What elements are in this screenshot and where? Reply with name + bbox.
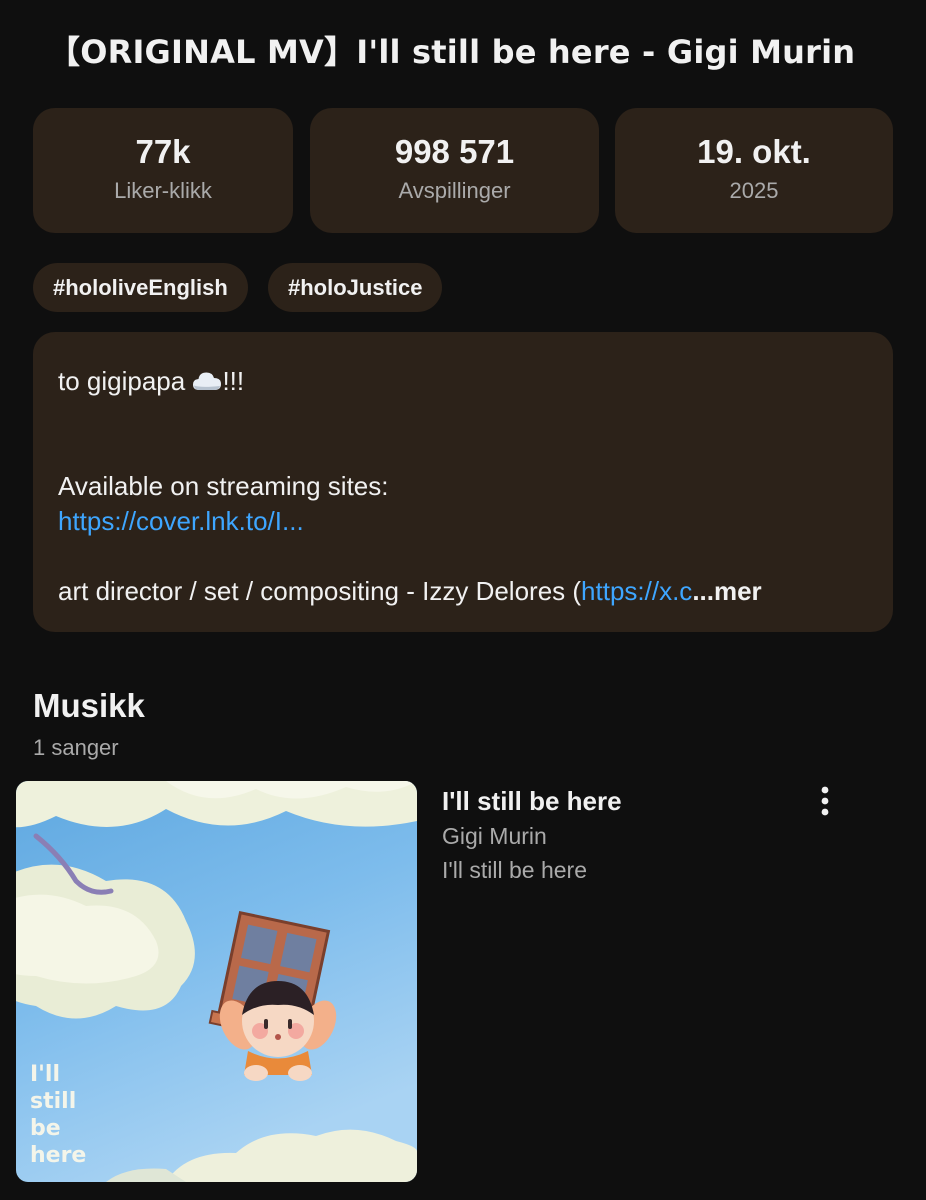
description-line: to gigipapa !!!: [58, 366, 245, 396]
cloud-icon: [193, 372, 222, 390]
song-artist[interactable]: Gigi Murin: [442, 820, 547, 852]
likes-count: 77k: [135, 133, 191, 170]
likes-stat[interactable]: 77k Liker-klikk: [33, 108, 293, 233]
streaming-link[interactable]: https://cover.lnk.to/I...: [58, 504, 868, 539]
upload-date: 19. okt.: [697, 133, 811, 170]
views-count: 998 571: [394, 133, 515, 170]
hashtag-holo-justice[interactable]: #holoJustice: [268, 263, 443, 312]
views-label: Avspillinger: [398, 178, 511, 203]
song-title[interactable]: I'll still be here: [442, 784, 622, 818]
svg-text:here: here: [30, 1143, 86, 1168]
description-line: Available on streaming sites:: [58, 471, 389, 501]
album-art: I'll still be here: [16, 781, 417, 1182]
show-more-button[interactable]: ...mer: [692, 576, 761, 606]
video-description[interactable]: to gigipapa !!! Available on streaming s…: [33, 332, 893, 632]
svg-text:be: be: [30, 1116, 61, 1141]
description-line: art director / set / compositing - Izzy …: [58, 576, 762, 606]
hashtag-hololive-english[interactable]: #hololiveEnglish: [33, 263, 248, 312]
song-album: I'll still be here: [442, 857, 588, 883]
video-stats: 77k Liker-klikk 998 571 Avspillinger 19.…: [33, 108, 893, 233]
song-thumbnail[interactable]: I'll still be here: [16, 781, 417, 1182]
date-stat: 19. okt. 2025: [615, 108, 893, 233]
video-title: 【ORIGINAL MV】I'll still be here - Gigi M…: [48, 33, 856, 71]
likes-label: Liker-klikk: [114, 178, 212, 203]
svg-text:I'll: I'll: [30, 1062, 60, 1087]
video-details-page: 【ORIGINAL MV】I'll still be here - Gigi M…: [0, 0, 926, 1200]
song-count: 1 sanger: [33, 735, 119, 760]
views-stat: 998 571 Avspillinger: [310, 108, 599, 233]
twitter-link[interactable]: https://x.c: [581, 576, 692, 606]
upload-year: 2025: [729, 178, 779, 203]
svg-text:still: still: [30, 1089, 76, 1114]
music-section-heading: Musikk: [33, 687, 145, 724]
more-vertical-icon: [821, 786, 829, 816]
song-more-button[interactable]: [806, 782, 844, 820]
